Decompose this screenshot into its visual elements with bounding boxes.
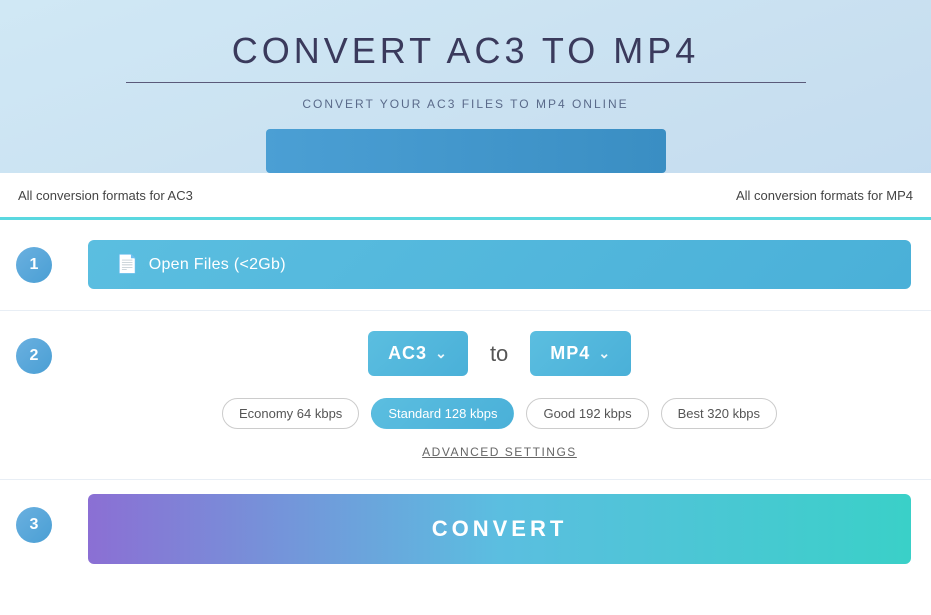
- open-files-label: Open Files (<2Gb): [149, 256, 286, 274]
- quality-economy[interactable]: Economy 64 kbps: [222, 398, 359, 429]
- convert-button[interactable]: CONVERT: [88, 494, 911, 564]
- step-1-row: 1 📄 Open Files (<2Gb): [0, 220, 931, 311]
- to-format-select[interactable]: MP4 ⌄: [530, 331, 631, 376]
- step-2-label: 2: [30, 347, 39, 365]
- page-subtitle: CONVERT YOUR AC3 FILES TO MP4 ONLINE: [302, 97, 628, 111]
- quality-good[interactable]: Good 192 kbps: [526, 398, 648, 429]
- step-3-number-col: 3: [0, 480, 68, 570]
- format-nav: All conversion formats for AC3 All conve…: [0, 173, 931, 217]
- to-text: to: [484, 341, 514, 367]
- quality-economy-label: Economy 64 kbps: [239, 406, 342, 421]
- page-wrapper: CONVERT AC3 TO MP4 CONVERT YOUR AC3 FILE…: [0, 0, 931, 615]
- step-2-circle: 2: [16, 338, 52, 374]
- step-1-label: 1: [30, 256, 39, 274]
- from-format-select[interactable]: AC3 ⌄: [368, 331, 468, 376]
- step-1-content: 📄 Open Files (<2Gb): [68, 220, 931, 309]
- upload-bar-placeholder: [266, 129, 666, 173]
- advanced-settings-link[interactable]: ADVANCED SETTINGS: [88, 445, 911, 459]
- format-nav-left[interactable]: All conversion formats for AC3: [18, 178, 193, 213]
- to-format-label: MP4: [550, 343, 590, 364]
- quality-best[interactable]: Best 320 kbps: [661, 398, 777, 429]
- quality-good-label: Good 192 kbps: [543, 406, 631, 421]
- step-3-content: CONVERT: [68, 480, 931, 578]
- quality-standard-label: Standard 128 kbps: [388, 406, 497, 421]
- open-files-button[interactable]: 📄 Open Files (<2Gb): [88, 240, 911, 289]
- step-2-number-col: 2: [0, 311, 68, 401]
- step-2-content: AC3 ⌄ to MP4 ⌄ Economy 64 kbps Standard …: [68, 311, 931, 479]
- page-title: CONVERT AC3 TO MP4: [232, 30, 699, 72]
- step-1-number-col: 1: [0, 220, 68, 310]
- quality-standard[interactable]: Standard 128 kbps: [371, 398, 514, 429]
- from-chevron-icon: ⌄: [435, 345, 448, 362]
- format-nav-right[interactable]: All conversion formats for MP4: [736, 178, 913, 213]
- step-1-circle: 1: [16, 247, 52, 283]
- file-icon: 📄: [116, 254, 139, 275]
- step-3-row: 3 CONVERT: [0, 480, 931, 578]
- quality-options: Economy 64 kbps Standard 128 kbps Good 1…: [88, 398, 911, 429]
- main-content: 1 📄 Open Files (<2Gb) 2 AC3: [0, 217, 931, 615]
- quality-best-label: Best 320 kbps: [678, 406, 760, 421]
- step-3-circle: 3: [16, 507, 52, 543]
- to-chevron-icon: ⌄: [598, 345, 611, 362]
- step-2-row: 2 AC3 ⌄ to MP4 ⌄ Economy: [0, 311, 931, 480]
- step-3-label: 3: [30, 516, 39, 534]
- title-divider: [126, 82, 806, 83]
- from-format-label: AC3: [388, 343, 427, 364]
- conversion-row: AC3 ⌄ to MP4 ⌄: [88, 331, 911, 376]
